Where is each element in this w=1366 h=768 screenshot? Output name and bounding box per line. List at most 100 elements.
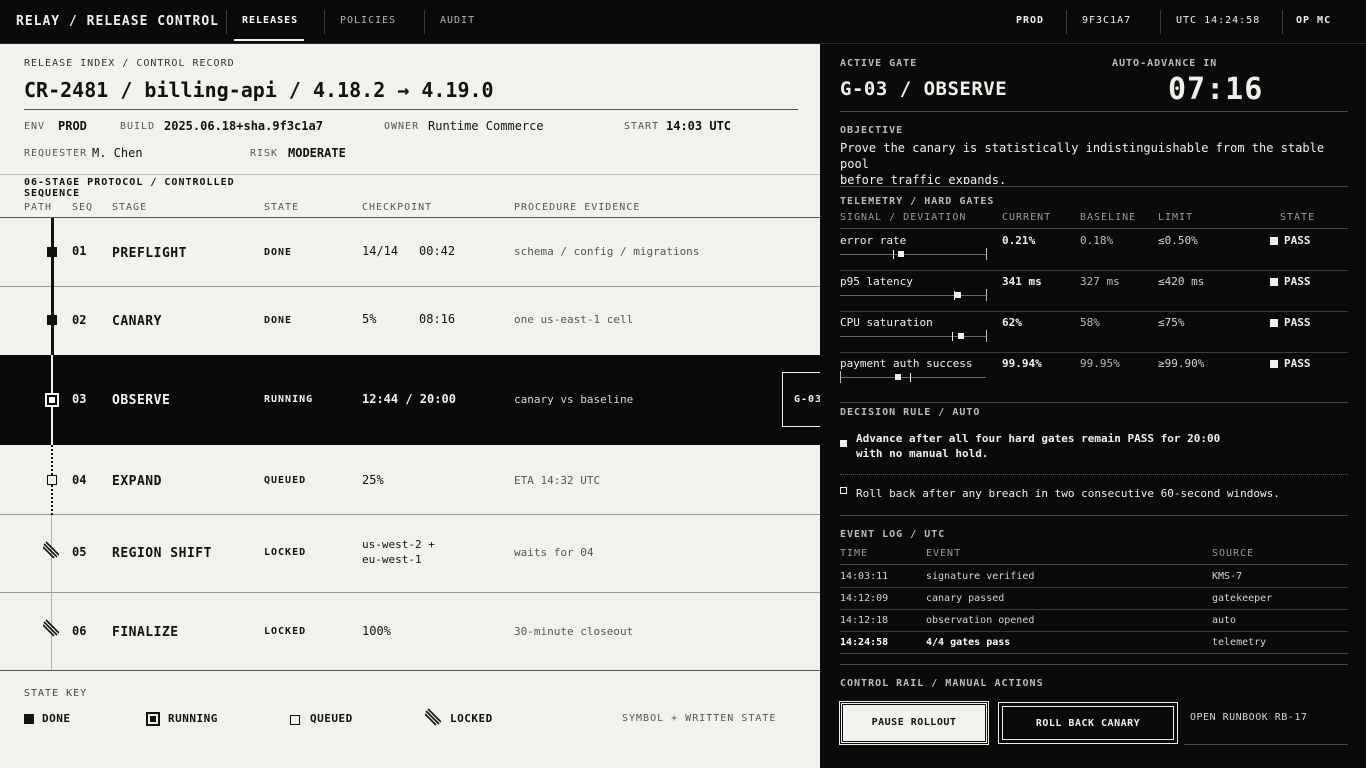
commit-sha: 9F3C1A7 — [1082, 15, 1132, 26]
locked-state-icon — [43, 541, 59, 559]
roll-back-label: ROLL BACK CANARY — [1002, 706, 1174, 740]
col-baseline: BASELINE — [1080, 212, 1137, 223]
stage-seq: 04 — [72, 473, 87, 487]
risk-value: MODERATE — [288, 146, 346, 160]
active-gate-panel: ACTIVE GATE AUTO-ADVANCE IN G-03 / OBSER… — [820, 44, 1366, 768]
divider — [840, 352, 1348, 353]
stage-evidence: schema / config / migrations — [514, 245, 700, 258]
event-time: 14:12:18 — [840, 615, 889, 626]
operator-badge[interactable]: OP MC — [1296, 15, 1331, 26]
signal-current: 99.94% — [1002, 357, 1042, 370]
event-source: KMS-7 — [1212, 571, 1243, 582]
queued-state-icon — [47, 475, 57, 485]
stage-row-finalize[interactable]: 06 FINALIZE LOCKED 100% 30-minute closeo… — [0, 593, 820, 670]
event-time: 14:03:11 — [840, 571, 889, 582]
signal-limit: ≥99.90% — [1158, 357, 1205, 370]
utc-clock: UTC 14:24:58 — [1176, 15, 1261, 26]
stage-row-expand[interactable]: 04 EXPAND QUEUED 25% ETA 14:32 UTC — [0, 445, 820, 514]
divider — [0, 670, 820, 671]
top-bar: RELAY / RELEASE CONTROL RELEASES POLICIE… — [0, 0, 1366, 44]
requester-value: M. Chen — [92, 146, 143, 160]
divider — [840, 515, 1348, 516]
stage-evidence: one us-east-1 cell — [514, 313, 634, 326]
stage-evidence: waits for 04 — [514, 546, 594, 559]
app-title: RELAY / RELEASE CONTROL — [16, 14, 220, 29]
build-label: BUILD — [120, 121, 156, 132]
key-done: DONE — [42, 712, 71, 725]
signal-baseline: 327 ms — [1080, 275, 1120, 288]
event-source: auto — [1212, 615, 1237, 626]
signal-state: PASS — [1270, 234, 1311, 247]
requester-label: REQUESTER — [24, 148, 88, 159]
col-state: STATE — [264, 202, 300, 213]
stage-row-region-shift[interactable]: 05 REGION SHIFT LOCKED us-west-2 + eu-we… — [0, 515, 820, 592]
tab-releases[interactable]: RELEASES — [242, 15, 298, 26]
stage-name: EXPAND — [112, 474, 162, 489]
current-marker — [898, 251, 904, 257]
locked-key-icon — [425, 708, 441, 726]
stage-checkpoint: 25% — [362, 473, 384, 487]
objective-text: Prove the canary is statistically indist… — [840, 140, 1340, 184]
objective-line: before traffic expands. — [840, 173, 1007, 184]
key-queued: QUEUED — [310, 712, 353, 725]
locked-state-icon — [43, 619, 59, 637]
event-text: observation opened — [926, 615, 1035, 626]
stage-evidence: canary vs baseline — [514, 393, 634, 406]
active-tab-indicator — [234, 39, 304, 41]
divider — [840, 653, 1348, 654]
pause-rollout-button[interactable]: PAUSE ROLLOUT — [839, 701, 989, 745]
done-state-icon — [47, 247, 57, 257]
event-text: canary passed — [926, 593, 1005, 604]
tab-policies[interactable]: POLICIES — [340, 15, 396, 26]
divider — [840, 664, 1348, 665]
stage-checkpoint-line2: eu-west-1 — [362, 553, 422, 566]
risk-label: RISK — [250, 148, 279, 159]
signal-name: CPU saturation — [840, 316, 933, 329]
path-rail-done — [51, 218, 54, 355]
stage-row-observe[interactable]: 03 OBSERVE RUNNING 12:44 / 20:00 canary … — [0, 355, 820, 445]
signal-baseline: 58% — [1080, 316, 1100, 329]
env-value: PROD — [58, 119, 87, 133]
stage-seq: 02 — [72, 313, 87, 327]
divider — [840, 564, 1348, 565]
current-marker — [895, 374, 901, 380]
queued-key-icon — [290, 715, 300, 725]
signal-name: p95 latency — [840, 275, 913, 288]
divider — [1184, 744, 1348, 745]
stage-checkpoint: 100% — [362, 624, 391, 638]
open-runbook-link[interactable]: OPEN RUNBOOK RB-17 — [1190, 712, 1307, 723]
event-text: 4/4 gates pass — [926, 637, 1011, 648]
stage-row-preflight[interactable]: 01 PREFLIGHT DONE 14/14 00:42 schema / c… — [0, 218, 820, 286]
signal-baseline: 99.95% — [1080, 357, 1120, 370]
running-key-icon — [146, 712, 160, 726]
divider — [840, 311, 1348, 312]
col-checkpoint: CHECKPOINT — [362, 202, 433, 213]
stage-state: DONE — [264, 315, 293, 326]
divider — [840, 270, 1348, 271]
signal-current: 341 ms — [1002, 275, 1042, 288]
stage-row-canary[interactable]: 02 CANARY DONE 5% 08:16 one us-east-1 ce… — [0, 287, 820, 354]
key-locked: LOCKED — [450, 712, 493, 725]
telemetry-row: error rate 0.21% 0.18% ≤0.50% PASS — [840, 234, 1348, 274]
control-rail-label: CONTROL RAIL / MANUAL ACTIONS — [840, 678, 1044, 689]
rollback-rule: Roll back after any breach in two consec… — [856, 487, 1280, 500]
event-text: signature verified — [926, 571, 1035, 582]
deviation-track — [840, 336, 986, 337]
tab-audit[interactable]: AUDIT — [440, 15, 475, 26]
signal-limit: ≤0.50% — [1158, 234, 1198, 247]
divider — [24, 109, 798, 110]
event-time: 14:12:09 — [840, 593, 889, 604]
key-running: RUNNING — [168, 712, 218, 725]
release-record-panel: RELEASE INDEX / CONTROL RECORD CR-2481 /… — [0, 44, 834, 768]
protocol-label-line: SEQUENCE — [24, 188, 81, 197]
stage-seq: 05 — [72, 545, 87, 559]
telemetry-row: CPU saturation 62% 58% ≤75% PASS — [840, 316, 1348, 356]
signal-state: PASS — [1270, 316, 1311, 329]
stage-checkpoint: 5% — [362, 312, 377, 326]
start-value: 14:03 UTC — [666, 119, 732, 133]
roll-back-canary-button[interactable]: ROLL BACK CANARY — [998, 702, 1178, 744]
deviation-track — [840, 295, 986, 296]
running-state-icon — [45, 393, 59, 407]
stage-state: LOCKED — [264, 626, 307, 637]
done-key-icon — [24, 714, 34, 724]
